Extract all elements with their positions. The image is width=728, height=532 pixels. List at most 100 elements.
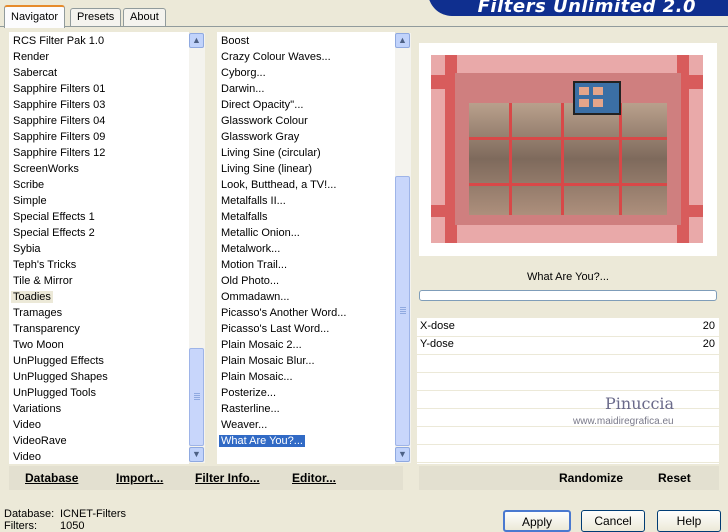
filter-item-label: Motion Trail...	[221, 259, 288, 271]
category-item[interactable]: Transparency	[9, 321, 189, 337]
category-item[interactable]: Sapphire Filters 12	[9, 145, 189, 161]
filter-item[interactable]: Plain Mosaic...	[217, 369, 395, 385]
filter-item[interactable]: Living Sine (circular)	[217, 145, 395, 161]
filter-item[interactable]: Rasterline...	[217, 401, 395, 417]
category-item-label: ScreenWorks	[13, 163, 79, 175]
category-item[interactable]: Variations	[9, 401, 189, 417]
category-item[interactable]: UnPlugged Effects	[9, 353, 189, 369]
scroll-up-button[interactable]: ▲	[395, 33, 410, 48]
filter-item[interactable]: Direct Opacity''...	[217, 97, 395, 113]
navigator-button-bar: Database Import... Filter Info... Editor…	[9, 466, 403, 490]
category-item[interactable]: Scribe	[9, 177, 189, 193]
tab-navigator[interactable]: Navigator	[4, 5, 66, 28]
filter-item[interactable]: Metalfalls	[217, 209, 395, 225]
category-item[interactable]: Toadies	[9, 289, 189, 305]
category-item[interactable]: Simple	[9, 193, 189, 209]
tab-presets[interactable]: Presets	[70, 8, 122, 26]
scroll-thumb[interactable]	[189, 348, 204, 446]
parameter-value[interactable]: 20	[703, 338, 715, 350]
filter-item[interactable]: Plain Mosaic 2...	[217, 337, 395, 353]
category-item-label: UnPlugged Tools	[13, 387, 96, 399]
filter-item[interactable]: Look, Butthead, a TV!...	[217, 177, 395, 193]
parameter-panel[interactable]: X-dose 20 Y-dose 20 Pinuccia www.maidiregra…	[417, 318, 719, 464]
filter-item[interactable]: Motion Trail...	[217, 257, 395, 273]
category-item-label: RCS Filter Pak 1.0	[13, 35, 105, 47]
filter-item[interactable]: Glasswork Gray	[217, 129, 395, 145]
scroll-up-button[interactable]: ▲	[189, 33, 204, 48]
filter-item-label: Metalfalls	[221, 211, 268, 223]
scroll-thumb[interactable]	[395, 176, 410, 446]
parameter-value[interactable]: 20	[703, 320, 715, 332]
apply-button[interactable]: Apply	[503, 510, 571, 532]
filter-scrollbar[interactable]: ▲ ▼	[395, 33, 411, 463]
editor-button[interactable]: Editor...	[292, 471, 336, 485]
parameter-label: Y-dose	[420, 338, 454, 350]
parameter-row[interactable]: X-dose 20	[417, 318, 719, 337]
category-item-label: Scribe	[13, 179, 45, 191]
filter-item[interactable]: Picasso's Another Word...	[217, 305, 395, 321]
category-item[interactable]: Tile & Mirror	[9, 273, 189, 289]
category-item[interactable]: RCS Filter Pak 1.0	[9, 33, 189, 49]
tab-about[interactable]: About	[123, 8, 166, 26]
category-item[interactable]: Sapphire Filters 04	[9, 113, 189, 129]
scroll-down-button[interactable]: ▼	[189, 447, 204, 462]
filter-item[interactable]: Plain Mosaic Blur...	[217, 353, 395, 369]
category-item-label: Sybia	[13, 243, 41, 255]
category-item[interactable]: Video	[9, 449, 189, 464]
category-item[interactable]: Teph's Tricks	[9, 257, 189, 273]
category-item[interactable]: Sybia	[9, 241, 189, 257]
filter-item[interactable]: Boost	[217, 33, 395, 49]
filter-item[interactable]: Darwin...	[217, 81, 395, 97]
category-item[interactable]: Video	[9, 417, 189, 433]
filter-info-button[interactable]: Filter Info...	[195, 471, 260, 485]
filter-item[interactable]: Posterize...	[217, 385, 395, 401]
filter-item-label: Metalwork...	[221, 243, 281, 255]
filter-item[interactable]: Cyborg...	[217, 65, 395, 81]
randomize-button[interactable]: Randomize	[559, 471, 623, 485]
filter-item[interactable]: Picasso's Last Word...	[217, 321, 395, 337]
scroll-down-button[interactable]: ▼	[395, 447, 410, 462]
filter-item-label: Metallic Onion...	[221, 227, 300, 239]
category-item-label: Sapphire Filters 01	[13, 83, 106, 95]
filter-item[interactable]: Living Sine (linear)	[217, 161, 395, 177]
category-item[interactable]: Sapphire Filters 03	[9, 97, 189, 113]
database-button[interactable]: Database	[25, 471, 78, 485]
category-item[interactable]: VideoRave	[9, 433, 189, 449]
filter-item[interactable]: Crazy Colour Waves...	[217, 49, 395, 65]
filter-item-label: Posterize...	[221, 387, 277, 399]
category-item[interactable]: ScreenWorks	[9, 161, 189, 177]
category-item-label: Sapphire Filters 09	[13, 131, 106, 143]
filter-item[interactable]: Metalwork...	[217, 241, 395, 257]
filter-list[interactable]: Boost Crazy Colour Waves... Cyborg... Darwi…	[217, 32, 395, 464]
category-item[interactable]: Sabercat	[9, 65, 189, 81]
filter-name-caption: What Are You?...	[419, 268, 717, 286]
category-item[interactable]: Sapphire Filters 09	[9, 129, 189, 145]
category-list[interactable]: RCS Filter Pak 1.0 Render Sabercat Sapphire…	[9, 32, 189, 464]
category-item[interactable]: Render	[9, 49, 189, 65]
watermark-url: www.maidiregrafica.eu	[573, 416, 674, 427]
category-item[interactable]: UnPlugged Shapes	[9, 369, 189, 385]
category-item[interactable]: Two Moon	[9, 337, 189, 353]
category-item[interactable]: Tramages	[9, 305, 189, 321]
filter-item-label: Crazy Colour Waves...	[221, 51, 331, 63]
category-scrollbar[interactable]: ▲ ▼	[189, 33, 205, 463]
parameter-label: X-dose	[420, 320, 455, 332]
category-item[interactable]: Special Effects 1	[9, 209, 189, 225]
cancel-button[interactable]: Cancel	[581, 510, 645, 532]
filter-item[interactable]: Glasswork Colour	[217, 113, 395, 129]
help-button[interactable]: Help	[657, 510, 721, 532]
filter-item[interactable]: Weaver...	[217, 417, 395, 433]
filter-item[interactable]: What Are You?...	[217, 433, 395, 449]
reset-button[interactable]: Reset	[658, 471, 691, 485]
progress-bar	[419, 290, 717, 301]
parameter-row[interactable]: Y-dose 20	[417, 336, 719, 355]
import-button[interactable]: Import...	[116, 471, 163, 485]
filter-item[interactable]: Ommadawn...	[217, 289, 395, 305]
filter-item[interactable]: Metallic Onion...	[217, 225, 395, 241]
category-item[interactable]: Special Effects 2	[9, 225, 189, 241]
category-item[interactable]: Sapphire Filters 01	[9, 81, 189, 97]
filter-item-label: Look, Butthead, a TV!...	[221, 179, 337, 191]
filter-item[interactable]: Metalfalls II...	[217, 193, 395, 209]
category-item[interactable]: UnPlugged Tools	[9, 385, 189, 401]
filter-item[interactable]: Old Photo...	[217, 273, 395, 289]
